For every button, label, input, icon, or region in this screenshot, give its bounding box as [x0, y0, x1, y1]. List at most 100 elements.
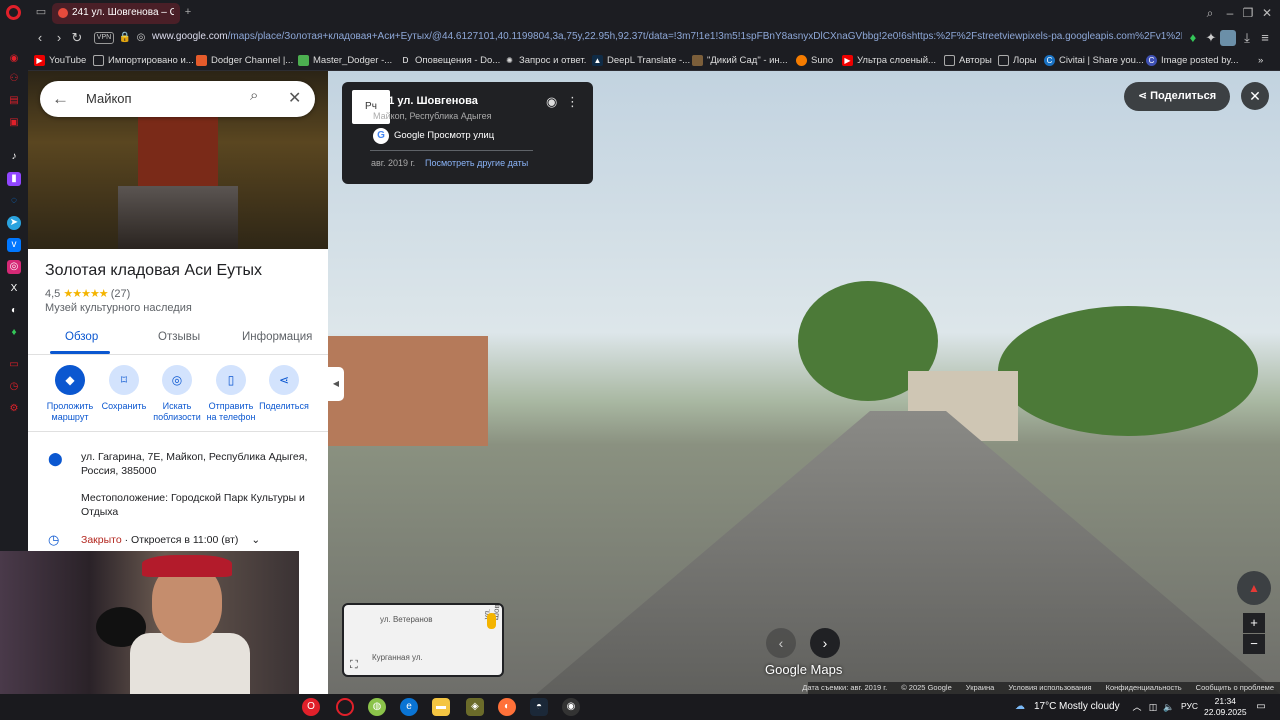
settings-icon[interactable]: ⚙	[7, 402, 21, 416]
zoom-in-button[interactable]: +	[1243, 613, 1265, 633]
minimize-icon[interactable]: –	[1222, 5, 1238, 21]
bookmark-authors[interactable]: Авторы	[944, 53, 992, 68]
review-count[interactable]: (27)	[111, 288, 131, 300]
weather-text[interactable]: Mostly cloudy	[1059, 701, 1120, 712]
collapse-panel-icon[interactable]: ◀	[328, 367, 344, 401]
download-icon[interactable]: ⤓	[1240, 30, 1254, 46]
bookmark-ultra[interactable]: ▶ Ультра слоеный...	[842, 53, 936, 68]
active-tab[interactable]: 241 ул. Шовгенова – Goo	[52, 3, 180, 24]
minimap[interactable]: ул. Ветеранов Курганная ул. ул. Шовгенов…	[342, 603, 504, 677]
more-options-icon[interactable]: ⋮	[566, 94, 579, 110]
place-location[interactable]: Местоположение: Городской Парк Культуры …	[81, 491, 321, 519]
keyboard-language[interactable]: РУС	[1181, 701, 1198, 711]
chatgpt-icon[interactable]: ♦	[7, 326, 21, 340]
bookmark-deepl[interactable]: ▲ DeepL Translate -...	[592, 53, 690, 68]
menu-icon[interactable]: ≡	[1258, 30, 1272, 46]
firefox-taskbar-icon[interactable]: ◐	[498, 698, 516, 716]
obs-taskbar-icon[interactable]: ◉	[562, 698, 580, 716]
player-icon[interactable]: ▤	[7, 94, 21, 108]
bookmark-wild-garden[interactable]: "Дикий Сад" - ин...	[692, 53, 788, 68]
step-back-icon[interactable]: ‹	[766, 628, 796, 658]
search-box[interactable]: ← Майкоп ⌕ ✕	[40, 81, 315, 117]
wallet-icon[interactable]: ▭	[7, 358, 21, 372]
back-icon[interactable]: ‹	[33, 30, 47, 46]
location-icon[interactable]: ◎	[134, 30, 148, 46]
other-dates-link[interactable]: Посмотреть другие даты	[425, 158, 528, 168]
forward-icon[interactable]: ›	[52, 30, 66, 46]
share-button[interactable]: ⋖ Поделиться	[252, 365, 316, 412]
search-input[interactable]: Майкоп	[86, 91, 132, 106]
tiktok-icon[interactable]: ♪	[7, 150, 21, 164]
bookmark-imported[interactable]: Импортировано и...	[93, 53, 194, 68]
bookmark-notifications[interactable]: D Оповещения - Do...	[400, 53, 501, 68]
weather-temp[interactable]: 17°C	[1034, 701, 1056, 712]
place-address[interactable]: ул. Гагарина, 7Е, Майкоп, Республика Ады…	[81, 450, 321, 478]
bookmark-dodger-channel[interactable]: Dodger Channel |...	[196, 53, 293, 68]
share-streetview-button[interactable]: ⋖ Поделиться	[1124, 82, 1230, 111]
tab-info[interactable]: Информация	[242, 331, 312, 343]
notifications-icon[interactable]: ▭	[1252, 698, 1270, 716]
pegman-icon[interactable]	[487, 613, 496, 629]
aria-icon[interactable]: ◉	[7, 52, 21, 66]
location-pin-icon[interactable]: ◉	[546, 94, 557, 110]
zoom-out-button[interactable]: −	[1243, 634, 1265, 654]
tab-overview[interactable]: Обзор	[65, 331, 98, 343]
twitch-icon[interactable]: ▮	[7, 172, 21, 186]
tab-menu-icon[interactable]: ▭	[34, 6, 48, 19]
bookmarks-more-icon[interactable]: »	[1258, 53, 1263, 68]
profile-avatar[interactable]	[1220, 30, 1236, 46]
close-window-icon[interactable]: ✕	[1259, 5, 1275, 21]
bookmark-query[interactable]: ✺ Запрос и ответ.	[504, 53, 586, 68]
bookmark-youtube[interactable]: ▶ YouTube	[34, 53, 86, 68]
x-icon[interactable]: X	[7, 282, 21, 296]
bookmark-master-dodger[interactable]: Master_Dodger -...	[298, 53, 392, 68]
maximize-icon[interactable]: ❐	[1240, 5, 1256, 21]
clock[interactable]: 21:34 22.09.2025	[1204, 696, 1247, 718]
close-streetview-icon[interactable]: ✕	[1241, 82, 1269, 110]
step-forward-icon[interactable]: ›	[810, 628, 840, 658]
bookmark-suno[interactable]: Suno	[796, 53, 833, 68]
vpn-badge[interactable]: VPN	[94, 32, 114, 44]
instagram-icon[interactable]: ◎	[7, 260, 21, 274]
expand-map-icon[interactable]: ⛶	[350, 659, 358, 672]
edge-taskbar-icon[interactable]: e	[400, 698, 418, 716]
search-icon[interactable]: ⌕	[250, 87, 258, 104]
vk-icon[interactable]: v	[7, 238, 21, 252]
puzzle-icon[interactable]: ✦	[1204, 30, 1218, 46]
steam-taskbar-icon[interactable]: ◓	[530, 698, 548, 716]
volume-icon[interactable]: 🔈	[1160, 698, 1178, 716]
attrib-terms[interactable]: Условия использования	[1008, 682, 1091, 694]
reload-icon[interactable]: ↻	[70, 30, 84, 46]
explorer-taskbar-icon[interactable]: ▬	[432, 698, 450, 716]
opera-logo-icon[interactable]	[6, 5, 21, 20]
telegram-icon[interactable]: ➤	[7, 216, 21, 230]
lock-icon[interactable]: 🔒	[118, 30, 132, 46]
fb-messenger-icon[interactable]: ◌	[7, 194, 21, 208]
street-view[interactable]: Рч 241 ул. Шовгенова ◉ ⋮ Майкоп, Республ…	[328, 71, 1280, 694]
compass-icon[interactable]: ▲	[1237, 571, 1271, 605]
place-rating[interactable]: 4,5 ★★★★★ (27)	[45, 287, 130, 300]
url-field[interactable]: www.google.com/maps/place/Золотая+кладов…	[152, 31, 1182, 42]
attrib-region[interactable]: Украина	[966, 682, 995, 694]
place-category[interactable]: Музей культурного наследия	[45, 302, 192, 314]
tab-reviews[interactable]: Отзывы	[158, 331, 200, 343]
attrib-privacy[interactable]: Конфиденциальность	[1106, 682, 1182, 694]
bookmark-civitai[interactable]: C Civitai | Share you...	[1044, 53, 1144, 68]
app-green-taskbar-icon[interactable]: ◍	[368, 698, 386, 716]
weather-icon[interactable]: ☁	[1011, 698, 1029, 716]
extension-icon[interactable]: ♦	[1186, 30, 1200, 46]
bookmark-image[interactable]: C Image posted by...	[1146, 53, 1238, 68]
search-tabs-icon[interactable]: ⌕	[1202, 5, 1218, 21]
opera-gx-taskbar-icon[interactable]: O	[302, 698, 320, 716]
bookmark-loras[interactable]: Лоры	[998, 53, 1037, 68]
new-tab-icon[interactable]: +	[181, 6, 195, 19]
hours-expand-icon[interactable]: ⌄	[251, 534, 260, 546]
messenger-icon[interactable]: ▣	[7, 116, 21, 130]
history-icon[interactable]: ◷	[7, 380, 21, 394]
clear-search-icon[interactable]: ✕	[288, 88, 301, 108]
ai-icon[interactable]: ⚇	[7, 72, 21, 86]
app-shield-taskbar-icon[interactable]: ◈	[466, 698, 484, 716]
opera-taskbar-icon[interactable]	[336, 698, 354, 716]
back-arrow-icon[interactable]: ←	[52, 89, 69, 109]
discord-icon[interactable]: ◐	[7, 304, 21, 318]
